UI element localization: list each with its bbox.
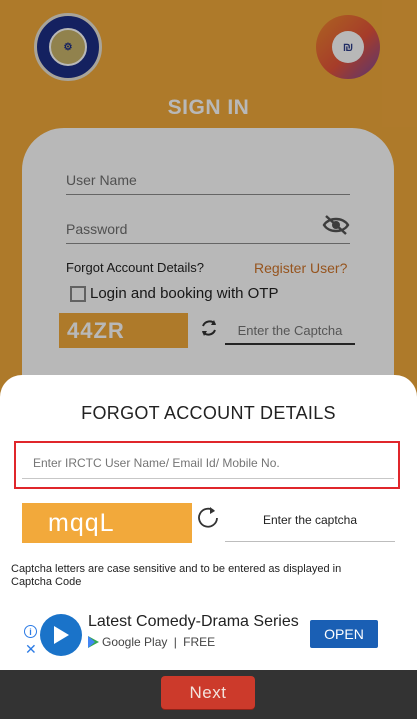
ad-price: FREE [183,635,216,649]
dialog-title: FORGOT ACCOUNT DETAILS [81,403,336,423]
ad-open-button[interactable]: OPEN [310,620,378,648]
ad-banner[interactable]: i ✕ Latest Comedy-Drama Series Google Pl… [0,608,417,668]
dialog-refresh-captcha-icon[interactable] [196,506,220,530]
dialog-captcha-image: mqqL [22,503,192,543]
ad-subtitle: Google Play | FREE [88,635,215,649]
ad-title[interactable]: Latest Comedy-Drama Series [88,613,299,631]
ad-separator: | [170,635,181,649]
play-icon[interactable] [40,614,82,656]
ad-store: Google Play [102,635,168,649]
ad-info-icon[interactable]: i [24,625,37,638]
dialog-captcha-input[interactable]: Enter the captcha [225,513,395,542]
next-button[interactable]: Next [161,676,255,709]
forgot-account-dialog: FORGOT ACCOUNT DETAILS mqqL Enter the ca… [0,375,417,670]
captcha-note: Captcha letters are case sensitive and t… [11,563,342,588]
ad-close-icon[interactable]: ✕ [25,641,37,658]
google-play-icon [88,636,99,648]
user-id-input[interactable] [22,452,394,479]
